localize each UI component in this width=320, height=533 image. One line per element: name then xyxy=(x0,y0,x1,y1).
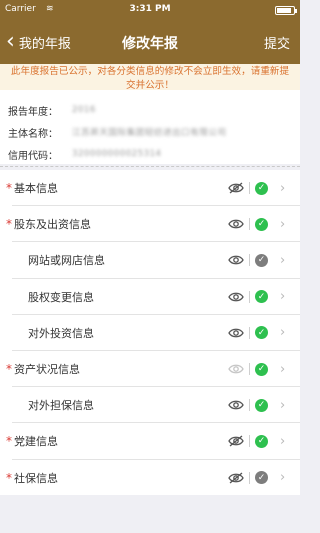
check-circle-icon: ✓ xyxy=(255,290,268,304)
required-marker: * xyxy=(6,362,12,377)
eye-slash-icon[interactable] xyxy=(228,472,244,484)
chevron-right-icon: › xyxy=(280,433,286,449)
info-row-credit-code: 信用代码： 320000000025314 xyxy=(0,143,300,165)
list-item[interactable]: * 党建信息 ✓ › xyxy=(0,423,300,460)
notice-banner: 此年度报告已公示，对各分类信息的修改不会立即生效，请重新提交并公示！ xyxy=(0,64,300,92)
list-item[interactable]: 股权变更信息 ✓ › xyxy=(0,279,300,315)
divider xyxy=(249,290,250,303)
required-marker: * xyxy=(6,470,12,485)
list-item[interactable]: * 基本信息 ✓ › xyxy=(0,170,300,207)
list-item-label: 基本信息 xyxy=(14,182,58,196)
category-list: * 基本信息 ✓ › * 股东及出资信息 ✓ › 网站或网店信息 ✓ › 股权变更信息 ✓ › 对外投资信息… xyxy=(0,170,300,495)
battery-icon xyxy=(275,6,297,15)
required-marker: * xyxy=(6,217,12,232)
list-item[interactable]: 网站或网店信息 ✓ › xyxy=(0,242,300,279)
check-circle-icon: ✓ xyxy=(255,398,268,412)
divider xyxy=(249,363,250,376)
check-circle-icon: ✓ xyxy=(255,326,268,340)
report-info: 报告年度： 2016 主体名称： 江苏昇天国际集团轻纺进出口有限公司 信用代码：… xyxy=(0,90,300,164)
eye-icon[interactable] xyxy=(228,218,244,230)
required-marker: * xyxy=(6,434,12,449)
divider xyxy=(249,326,250,339)
eye-slash-icon[interactable] xyxy=(228,182,244,194)
info-value: 2016 xyxy=(72,105,96,115)
info-value: 320000000025314 xyxy=(72,149,162,159)
eye-icon[interactable] xyxy=(228,399,244,411)
check-circle-icon: ✓ xyxy=(255,434,268,448)
check-circle-icon: ✓ xyxy=(255,362,268,376)
list-item-label: 对外投资信息 xyxy=(28,326,94,340)
list-item-label: 对外担保信息 xyxy=(28,399,94,413)
divider xyxy=(249,399,250,412)
eye-icon[interactable] xyxy=(228,363,244,375)
list-item[interactable]: 对外担保信息 ✓ › xyxy=(0,387,300,424)
list-item[interactable]: * 资产状况信息 ✓ › xyxy=(0,351,300,388)
chevron-right-icon: › xyxy=(280,180,286,196)
info-row-year: 报告年度： 2016 xyxy=(0,99,300,121)
required-marker: * xyxy=(6,181,12,196)
chevron-right-icon: › xyxy=(280,361,286,377)
eye-icon[interactable] xyxy=(228,327,244,339)
check-circle-icon: ✓ xyxy=(255,217,268,231)
check-circle-icon: ✓ xyxy=(255,471,268,485)
check-circle-icon: ✓ xyxy=(255,181,268,195)
list-item-label: 社保信息 xyxy=(14,471,58,485)
eye-icon[interactable] xyxy=(228,291,244,303)
info-label: 报告年度： xyxy=(8,106,58,118)
chevron-right-icon: › xyxy=(280,216,286,232)
status-bar: Carrier ≋ 3:31 PM xyxy=(0,0,300,20)
chevron-right-icon: › xyxy=(280,325,286,341)
divider xyxy=(249,254,250,267)
eye-slash-icon[interactable] xyxy=(228,435,244,447)
eye-icon[interactable] xyxy=(228,254,244,266)
nav-bar: ‹ 我的年报 修改年报 提交 xyxy=(0,20,300,64)
dashed-divider xyxy=(0,166,300,167)
list-item-label: 党建信息 xyxy=(14,435,58,449)
status-time: 3:31 PM xyxy=(129,4,171,14)
list-item-label: 资产状况信息 xyxy=(14,363,80,377)
divider xyxy=(249,218,250,231)
page-title: 修改年报 xyxy=(122,36,178,52)
divider xyxy=(249,182,250,195)
list-item[interactable]: * 社保信息 ✓ › xyxy=(0,460,300,496)
list-item-label: 网站或网店信息 xyxy=(28,254,105,268)
chevron-right-icon: › xyxy=(280,397,286,413)
chevron-right-icon: › xyxy=(280,470,286,486)
info-label: 信用代码： xyxy=(8,150,58,162)
list-item-label: 股东及出资信息 xyxy=(14,218,91,232)
check-circle-icon: ✓ xyxy=(255,253,268,267)
chevron-right-icon: › xyxy=(280,252,286,268)
submit-button[interactable]: 提交 xyxy=(264,33,290,52)
info-row-name: 主体名称： 江苏昇天国际集团轻纺进出口有限公司 xyxy=(0,121,300,143)
info-value: 江苏昇天国际集团轻纺进出口有限公司 xyxy=(72,128,227,138)
list-item-label: 股权变更信息 xyxy=(28,290,94,304)
divider xyxy=(249,435,250,448)
list-item[interactable]: 对外投资信息 ✓ › xyxy=(0,315,300,351)
list-item[interactable]: * 股东及出资信息 ✓ › xyxy=(0,206,300,243)
info-label: 主体名称： xyxy=(8,128,58,140)
divider xyxy=(249,471,250,484)
chevron-right-icon: › xyxy=(280,289,286,305)
